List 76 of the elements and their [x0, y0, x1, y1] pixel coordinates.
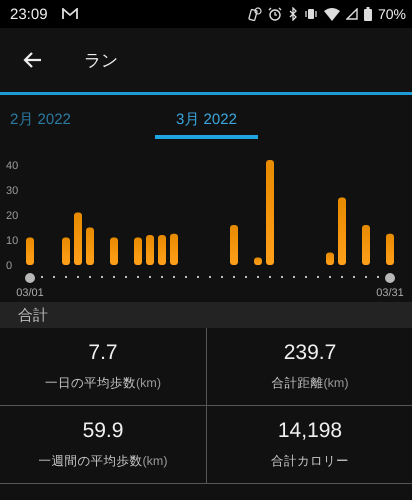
clock: 23:09	[10, 6, 48, 22]
screen-title: ラン	[84, 50, 118, 72]
day-dot	[364, 276, 368, 278]
battery-level: 70%	[378, 6, 406, 22]
range-handle[interactable]	[25, 273, 35, 283]
stat-value: 239.7	[284, 341, 336, 365]
bluetooth-icon	[288, 7, 298, 21]
day-dot	[196, 276, 200, 278]
range-handle[interactable]	[385, 273, 395, 283]
axis-label: 20	[6, 210, 18, 222]
day-dot	[160, 276, 164, 278]
day-dot	[256, 276, 260, 278]
axis-label: 30	[6, 185, 18, 197]
day-dot	[208, 276, 212, 278]
stat-value: 7.7	[88, 341, 118, 365]
stat-value: 59.9	[82, 419, 124, 443]
mail-icon	[62, 8, 78, 20]
back-arrow-icon	[22, 51, 42, 69]
section-title: 合計	[18, 306, 48, 324]
bar	[86, 228, 94, 265]
day-dot	[232, 276, 236, 278]
bar	[170, 234, 178, 265]
axis-label: 03/31	[376, 287, 404, 299]
battery-icon	[364, 7, 372, 21]
bar	[254, 258, 262, 265]
stat-label: 一日の平均歩数(km)	[45, 375, 161, 392]
alarm-icon	[268, 7, 282, 21]
wifi-icon	[324, 8, 340, 20]
day-dot	[184, 276, 188, 278]
day-dot	[40, 276, 44, 278]
bar	[386, 234, 394, 265]
axis-label: 10	[6, 235, 18, 247]
bar	[338, 198, 346, 265]
day-dot	[376, 276, 380, 278]
bar	[62, 238, 70, 265]
day-dot	[340, 276, 344, 278]
bar	[326, 252, 334, 265]
stat-label: 合計カロリー	[271, 453, 349, 470]
bar	[362, 225, 370, 265]
bar	[26, 238, 34, 265]
month-tab[interactable]: 2月 2022	[0, 103, 87, 139]
day-dot	[64, 276, 68, 278]
day-dot	[88, 276, 92, 278]
day-dot	[268, 276, 272, 278]
bar	[146, 235, 154, 265]
axis-label: 03/01	[16, 287, 44, 299]
bar	[110, 238, 118, 265]
axis-label: 0	[6, 260, 12, 272]
day-dot	[148, 276, 152, 278]
day-dot	[220, 276, 224, 278]
day-dot	[76, 276, 80, 278]
day-dot	[328, 276, 332, 278]
month-tab[interactable]: 3月 2022	[155, 103, 258, 139]
day-dot	[124, 276, 128, 278]
axis-label: 40	[6, 160, 18, 172]
day-dot	[292, 276, 296, 278]
bar	[230, 225, 238, 265]
stat-label: 合計距離(km)	[272, 375, 348, 392]
day-dot	[100, 276, 104, 278]
stat-value: 14,198	[278, 419, 342, 443]
day-dot	[136, 276, 140, 278]
day-dot	[352, 276, 356, 278]
bar	[158, 235, 166, 265]
phone-icon	[248, 7, 262, 21]
vibrate-icon	[304, 8, 318, 20]
day-dot	[52, 276, 56, 278]
bar	[134, 238, 142, 265]
signal-icon	[346, 8, 358, 20]
day-dot	[244, 276, 248, 278]
day-dot	[112, 276, 116, 278]
bar	[74, 212, 82, 265]
day-dot	[280, 276, 284, 278]
day-dot	[172, 276, 176, 278]
day-dot	[316, 276, 320, 278]
day-dot	[304, 276, 308, 278]
stat-label: 一週間の平均歩数(km)	[38, 453, 168, 470]
